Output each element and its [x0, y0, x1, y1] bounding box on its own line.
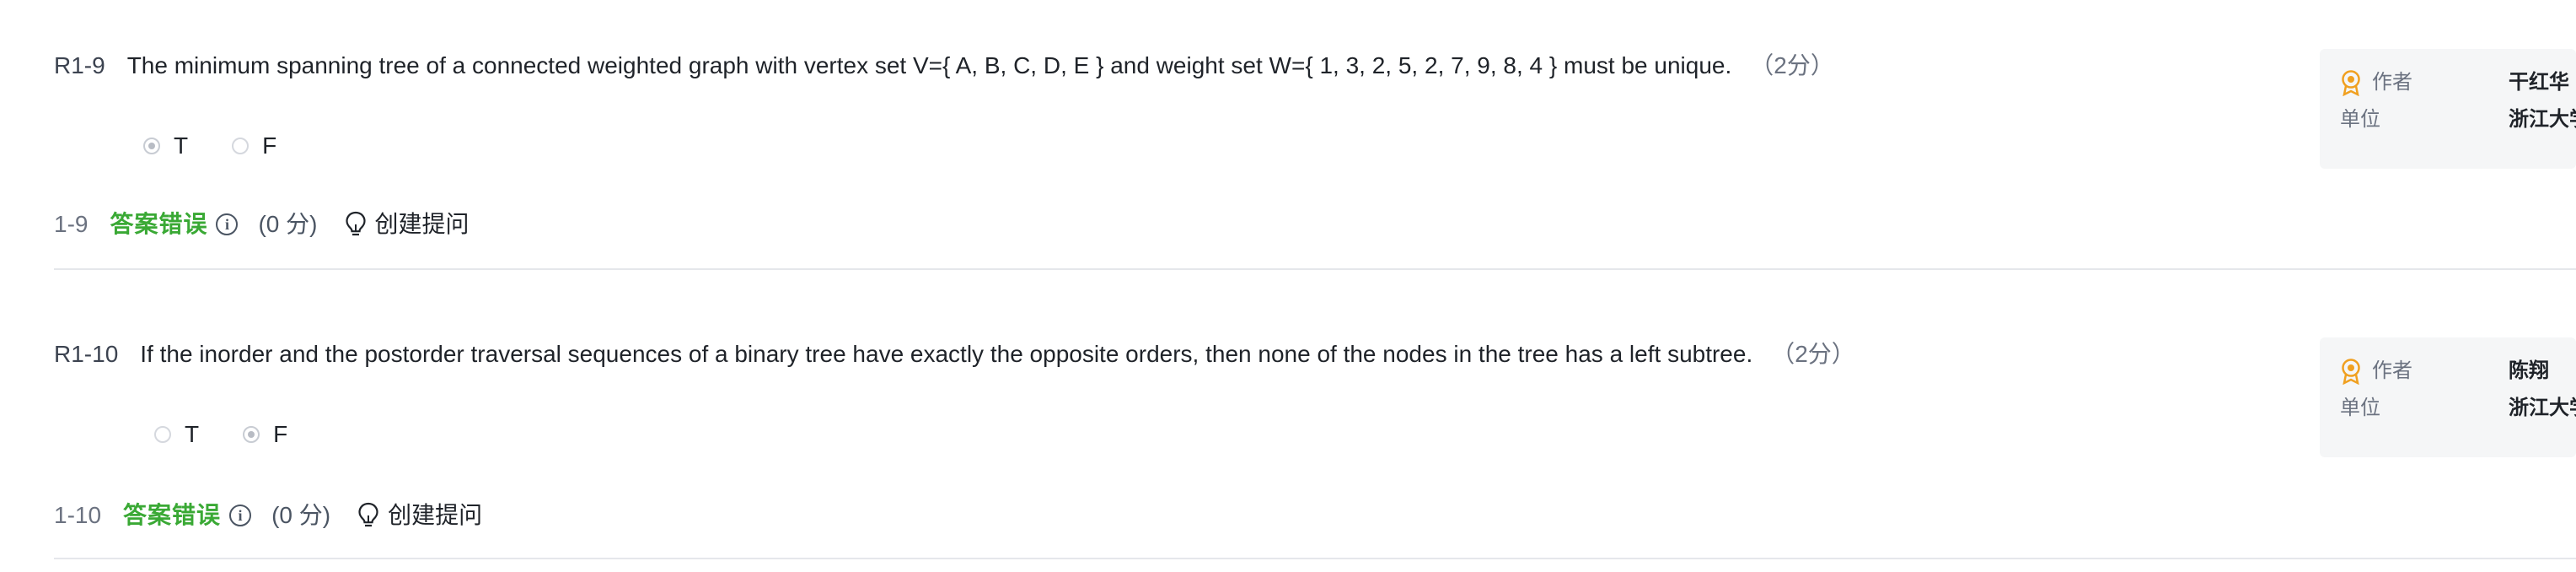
question-id: R1-9: [54, 52, 105, 78]
unit-row: 单位 浙江大学: [2340, 390, 2576, 427]
question-text: If the inorder and the postorder travers…: [140, 341, 1753, 367]
result-line: 1-10 答案错误 i (0 分) 创建提问: [54, 500, 482, 531]
result-number: 1-9: [54, 211, 89, 237]
option-label: F: [262, 132, 277, 159]
question-score: （2分）: [1750, 52, 1834, 78]
unit-name: 浙江大学: [2509, 397, 2576, 419]
question-id: R1-10: [54, 341, 119, 367]
result-points: (0 分): [271, 502, 331, 528]
radio-button-checked[interactable]: [143, 138, 160, 154]
result-number: 1-10: [54, 502, 102, 528]
author-key: 作者: [2372, 359, 2412, 382]
option-f[interactable]: F: [232, 131, 276, 161]
info-circle-icon[interactable]: i: [229, 505, 252, 526]
lightbulb-icon[interactable]: [343, 210, 368, 239]
question-line: R1-9 The minimum spanning tree of a conne…: [54, 51, 1834, 81]
radio-button[interactable]: [154, 426, 171, 443]
option-f[interactable]: F: [243, 419, 287, 450]
create-question-link[interactable]: 创建提问: [375, 209, 470, 240]
radio-button-checked[interactable]: [243, 426, 260, 443]
info-circle-icon[interactable]: i: [216, 213, 239, 235]
option-label: T: [185, 421, 200, 447]
result-line: 1-9 答案错误 i (0 分) 创建提问: [54, 209, 470, 240]
result-status: 答案错误: [110, 211, 208, 237]
medal-icon: [2342, 359, 2360, 385]
option-t[interactable]: T: [143, 131, 188, 161]
question-score: （2分）: [1771, 341, 1855, 367]
unit-key: 单位: [2340, 108, 2380, 131]
lightbulb-icon[interactable]: [356, 501, 381, 530]
problem-card: R1-10 If the inorder and the postorder tr…: [0, 291, 2576, 572]
medal-icon: [2342, 70, 2360, 96]
problem-card: R1-9 The minimum spanning tree of a conne…: [0, 0, 2576, 270]
question-text: The minimum spanning tree of a connected…: [126, 52, 1732, 78]
author-row: 作者 陈翔: [2340, 353, 2549, 390]
author-card: 作者 干红华 单位 浙江大学: [2320, 49, 2576, 169]
option-label: T: [174, 132, 189, 159]
result-status: 答案错误: [123, 502, 222, 528]
author-name: 陈翔: [2509, 359, 2549, 382]
question-line: R1-10 If the inorder and the postorder tr…: [54, 339, 1855, 370]
result-points: (0 分): [258, 211, 318, 237]
author-key: 作者: [2372, 71, 2412, 94]
author-row: 作者 干红华: [2340, 64, 2569, 101]
author-name: 干红华: [2509, 71, 2569, 94]
divider: [54, 558, 2576, 559]
unit-row: 单位 浙江大学: [2340, 101, 2576, 138]
answer-options: T F: [154, 419, 331, 450]
divider: [54, 268, 2576, 270]
radio-button[interactable]: [232, 138, 250, 154]
option-t[interactable]: T: [154, 419, 199, 450]
create-question-link[interactable]: 创建提问: [388, 500, 482, 531]
unit-name: 浙江大学: [2509, 108, 2576, 131]
author-card: 作者 陈翔 单位 浙江大学: [2320, 337, 2576, 457]
option-label: F: [273, 421, 288, 447]
unit-key: 单位: [2340, 397, 2380, 419]
answer-options: T F: [143, 131, 320, 161]
